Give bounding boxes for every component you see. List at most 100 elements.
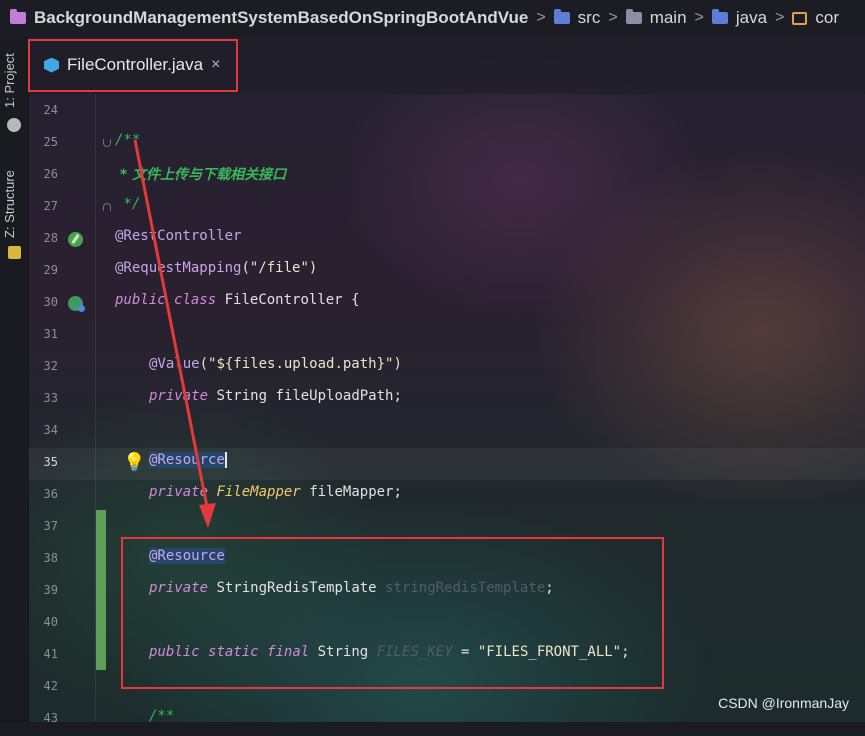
code-text: public static final String FILES_KEY = "… [149, 644, 630, 660]
breadcrumb-main[interactable]: main [625, 0, 687, 36]
breadcrumb-src[interactable]: src [553, 0, 601, 36]
code-keyword: class [174, 292, 217, 308]
code-keyword: static [208, 644, 259, 660]
code-type: StringRedisTemplate [216, 580, 377, 596]
breadcrumb-separator: > [536, 9, 546, 26]
code-annotation: @Resource [149, 452, 227, 468]
code-identifier: fileMapper [309, 484, 394, 500]
breadcrumb-package-label: cor [815, 8, 840, 27]
code-annotation: @RequestMapping [115, 260, 242, 276]
code-keyword: final [267, 644, 310, 660]
code-line[interactable]: 31 [28, 320, 865, 352]
code-keyword: private [149, 580, 209, 596]
breadcrumb-java[interactable]: java [711, 0, 767, 36]
code-text: private FileMapper fileMapper; [149, 484, 402, 500]
code-line[interactable]: 38 @Resource [28, 544, 865, 576]
line-number: 40 [43, 615, 58, 629]
code-text: @Resource [149, 548, 225, 564]
line-number: 29 [43, 263, 58, 277]
code-identifier: fileUploadPath [275, 388, 394, 404]
code-line[interactable]: 29 @RequestMapping("/file") [28, 256, 865, 288]
code-text: private String fileUploadPath; [149, 388, 402, 404]
code-paren: ) [308, 260, 318, 276]
line-number: 38 [43, 551, 58, 565]
line-number: 31 [43, 327, 58, 341]
code-line-current[interactable]: 35 💡 @Resource [28, 448, 865, 480]
code-string: "FILES_FRONT_ALL" [477, 644, 622, 660]
source-folder-icon [553, 9, 570, 24]
code-semicolon: ; [393, 484, 402, 500]
code-annotation: @Value [149, 356, 200, 372]
project-folder-icon [10, 9, 26, 24]
breadcrumb-project[interactable]: BackgroundManagementSystemBasedOnSpringB… [10, 0, 528, 36]
code-semicolon: ; [621, 644, 630, 660]
code-type: String [317, 644, 369, 660]
line-number: 25 [43, 135, 58, 149]
code-line[interactable]: 39 private StringRedisTemplate stringRed… [28, 576, 865, 608]
line-number: 33 [43, 391, 58, 405]
code-string: "${files.upload.path}" [208, 356, 394, 372]
code-paren: ( [199, 356, 209, 372]
breadcrumb-main-label: main [649, 8, 687, 27]
code-line[interactable]: 32 @Value("${files.upload.path}") [28, 352, 865, 384]
breadcrumb-project-label: BackgroundManagementSystemBasedOnSpringB… [34, 8, 529, 27]
fold-icon[interactable] [103, 139, 111, 147]
code-line[interactable]: 28 @RestController [28, 224, 865, 256]
breadcrumb-separator: > [694, 9, 704, 26]
code-text: public class FileController { [115, 292, 360, 308]
spring-bean-class-icon[interactable] [68, 296, 85, 312]
code-brace: { [351, 292, 360, 308]
tool-window-strip: 1: Project Z: Structure [0, 36, 29, 722]
code-type: String [216, 388, 268, 404]
code-line[interactable]: 24 [28, 96, 865, 128]
breadcrumb-separator: > [608, 9, 618, 26]
code-line[interactable]: 37 [28, 512, 865, 544]
code-line[interactable]: 26 * 文件上传与下载相关接口 [28, 160, 865, 192]
line-number: 30 [43, 295, 58, 309]
structure-tool-button[interactable]: Z: Structure [2, 170, 17, 238]
code-annotation: @Resource [149, 548, 225, 564]
code-identifier-unused: FILES_KEY [376, 644, 453, 660]
line-number: 36 [43, 487, 58, 501]
code-line[interactable]: 40 [28, 608, 865, 640]
line-number: 35 [43, 455, 58, 469]
project-tool-icon[interactable] [7, 118, 21, 132]
watermark: CSDN @IronmanJay [718, 695, 849, 711]
tab-file-controller[interactable]: FileController.java × [30, 40, 234, 90]
code-line[interactable]: 34 [28, 416, 865, 448]
line-number: 28 [43, 231, 58, 245]
code-string: "/file" [249, 260, 309, 276]
code-keyword: private [149, 484, 209, 500]
code-line[interactable]: 27 */ [28, 192, 865, 224]
breadcrumb-src-label: src [577, 8, 601, 27]
line-number: 24 [43, 103, 58, 117]
code-identifier: FileController [224, 292, 343, 308]
code-line[interactable]: 25 /** [28, 128, 865, 160]
code-paren: ( [241, 260, 250, 276]
code-line[interactable]: 30 public class FileController { [28, 288, 865, 320]
line-number: 37 [43, 519, 58, 533]
close-tab-icon[interactable]: × [211, 56, 220, 74]
code-line[interactable]: 41 public static final String FILES_KEY … [28, 640, 865, 672]
structure-tool-icon[interactable] [8, 246, 21, 259]
code-identifier-unused: stringRedisTemplate [385, 580, 546, 596]
breadcrumb-separator: > [775, 9, 785, 26]
folder-icon [625, 9, 642, 24]
tab-label: FileController.java [67, 55, 204, 74]
code-line[interactable]: 36 private FileMapper fileMapper; [28, 480, 865, 512]
code-line[interactable]: 33 private String fileUploadPath; [28, 384, 865, 416]
code-paren: ) [393, 356, 402, 372]
breadcrumb-package[interactable]: cor [792, 0, 839, 36]
code-keyword: public [149, 644, 200, 660]
package-icon [792, 11, 808, 25]
line-number: 39 [43, 583, 58, 597]
spring-bean-leaf-icon[interactable] [68, 232, 83, 247]
code-text: @Value("${files.upload.path}") [149, 356, 402, 372]
java-class-icon [44, 57, 59, 73]
code-semicolon: ; [545, 580, 554, 596]
fold-icon[interactable] [103, 203, 111, 211]
lightbulb-icon[interactable]: 💡 [123, 452, 145, 473]
folder-icon [711, 9, 728, 24]
project-tool-button[interactable]: 1: Project [2, 53, 17, 108]
line-number: 27 [43, 199, 58, 213]
